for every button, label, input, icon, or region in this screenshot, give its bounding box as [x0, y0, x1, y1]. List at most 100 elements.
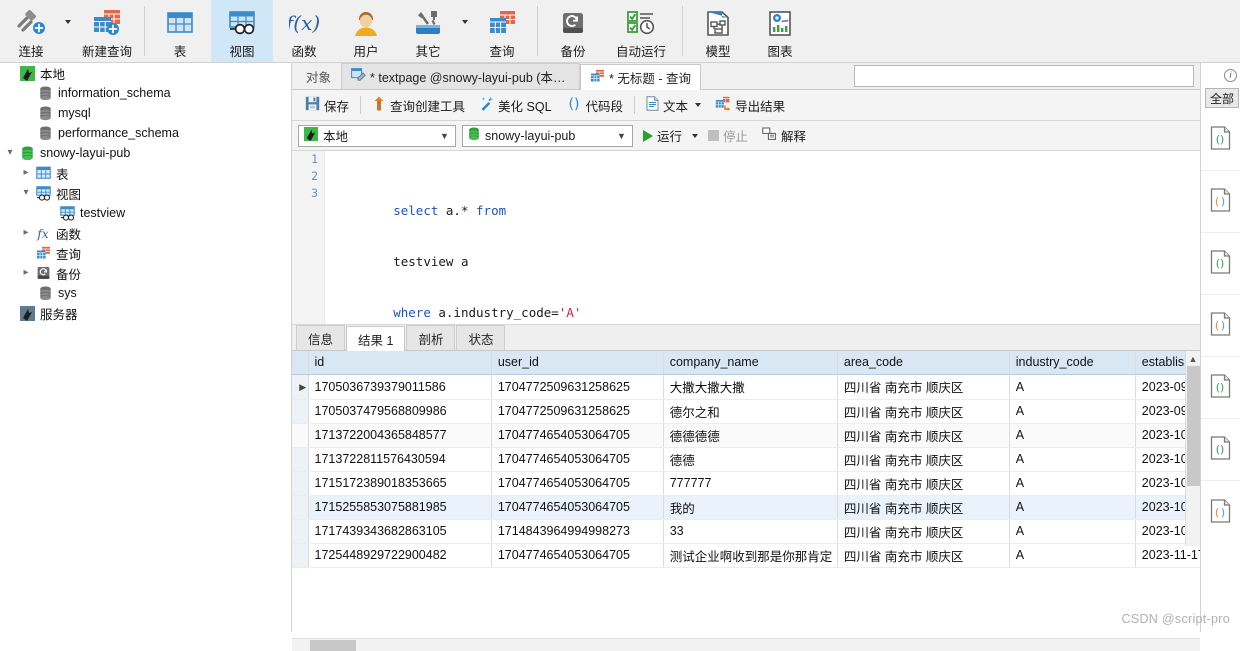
cell-industry-code[interactable]: A [1009, 471, 1136, 496]
row-selector[interactable] [292, 495, 309, 520]
table-row[interactable]: 1713722811576430594 1704774654053064705 … [292, 447, 1200, 472]
cell-industry-code[interactable]: A [1009, 423, 1136, 448]
row-selector[interactable] [292, 447, 309, 472]
ribbon-item-view[interactable]: 视图 [211, 0, 273, 62]
cell-user-id[interactable]: 1714843964994998273 [491, 519, 664, 544]
tree-node-tables[interactable]: ▸ 表 [0, 163, 291, 183]
ribbon-item-other[interactable]: 其它 [397, 0, 459, 62]
table-row[interactable]: 1725448929722900482 1704774654053064705 … [292, 543, 1200, 568]
cell-company-name[interactable]: 德德德德 [663, 423, 838, 448]
snippet-list-item[interactable]: () [1201, 171, 1240, 233]
table-row[interactable]: 1715255853075881985 1704774654053064705 … [292, 495, 1200, 520]
column-header-id[interactable]: id [308, 351, 492, 375]
cell-area-code[interactable]: 四川省 南充市 顺庆区 [837, 399, 1010, 424]
cell-user-id[interactable]: 1704772509631258625 [491, 399, 664, 424]
tree-node-snowy-layui-pub[interactable]: ▾ snowy-layui-pub [0, 143, 291, 163]
result-tab-info[interactable]: 信息 [296, 325, 346, 350]
cell-user-id[interactable]: 1704772509631258625 [491, 374, 664, 400]
cell-industry-code[interactable]: A [1009, 374, 1136, 400]
grid-horizontal-scrollbar[interactable] [292, 638, 1200, 651]
cell-id[interactable]: 1715255853075881985 [308, 495, 492, 520]
tree-node-local[interactable]: 本地 [0, 63, 291, 83]
tree-node-sys[interactable]: sys [0, 283, 291, 303]
cell-area-code[interactable]: 四川省 南充市 顺庆区 [837, 374, 1010, 400]
column-header-area-code[interactable]: area_code [837, 351, 1010, 375]
ribbon-item-table[interactable]: 表 [149, 0, 211, 62]
snippet-list-item[interactable]: () [1201, 481, 1240, 543]
export-result-button[interactable]: 导出结果 [708, 93, 792, 117]
row-selector[interactable] [292, 471, 309, 496]
cell-id[interactable]: 1713722004365848577 [308, 423, 492, 448]
cell-company-name[interactable]: 33 [663, 519, 838, 544]
sql-code[interactable]: select a.* from testview a where a.indus… [333, 151, 1200, 324]
save-button[interactable]: 保存 [298, 93, 356, 117]
table-row[interactable]: ▶ 1705036739379011586 170477250963125862… [292, 374, 1200, 400]
tab-objects[interactable]: 对象 [296, 63, 341, 89]
tree-node-testview[interactable]: testview [0, 203, 291, 223]
run-dropdown-caret[interactable] [692, 133, 699, 138]
row-selector[interactable]: ▶ [292, 374, 309, 400]
sql-editor[interactable]: 1 2 3 select a.* from testview a where a… [292, 151, 1200, 325]
tab-textpage[interactable]: * textpage @snowy-layui-pub (本地) ... [341, 63, 581, 89]
cell-user-id[interactable]: 1704774654053064705 [491, 447, 664, 472]
ribbon-item-user[interactable]: 用户 [335, 0, 397, 62]
cell-industry-code[interactable]: A [1009, 519, 1136, 544]
ribbon-item-new-query[interactable]: 新建查询 [74, 0, 140, 62]
scrollbar-thumb[interactable] [1187, 366, 1200, 486]
tree-node-views[interactable]: ▾ 视图 [0, 183, 291, 203]
search-input[interactable] [854, 65, 1194, 87]
chevron-down-icon[interactable]: ▾ [2, 143, 18, 163]
explain-button[interactable]: 解释 [758, 125, 810, 147]
beautify-sql-button[interactable]: 美化 SQL [472, 93, 559, 117]
cell-user-id[interactable]: 1704774654053064705 [491, 495, 664, 520]
row-selector[interactable] [292, 519, 309, 544]
cell-establish-date[interactable]: 2023-11-17 [1135, 543, 1200, 568]
cell-company-name[interactable]: 测试企业啊收到那是你那肯定 [663, 543, 838, 568]
cell-id[interactable]: 1705037479568809986 [308, 399, 492, 424]
chevron-down-icon[interactable]: ▼ [613, 131, 630, 141]
database-select[interactable]: snowy-layui-pub ▼ [462, 124, 633, 147]
chevron-down-icon[interactable] [695, 103, 702, 107]
ribbon-item-query[interactable]: 查询 [471, 0, 533, 62]
row-selector[interactable] [292, 423, 309, 448]
ribbon-item-function[interactable]: f(x) 函数 [273, 0, 335, 62]
table-row[interactable]: 1705037479568809986 1704772509631258625 … [292, 399, 1200, 424]
connect-dropdown-caret[interactable] [62, 0, 74, 62]
ribbon-item-connect[interactable]: 连接 [0, 0, 62, 62]
tree-node-performance-schema[interactable]: performance_schema [0, 123, 291, 143]
ribbon-item-backup[interactable]: 备份 [542, 0, 604, 62]
cell-id[interactable]: 1705036739379011586 [308, 374, 492, 400]
cell-industry-code[interactable]: A [1009, 543, 1136, 568]
tree-node-mysql[interactable]: mysql [0, 103, 291, 123]
scrollbar-thumb[interactable] [310, 640, 356, 651]
cell-user-id[interactable]: 1704774654053064705 [491, 543, 664, 568]
cell-user-id[interactable]: 1704774654053064705 [491, 423, 664, 448]
ribbon-item-model[interactable]: 模型 [687, 0, 749, 62]
column-header-company-name[interactable]: company_name [663, 351, 838, 375]
snippet-button[interactable]: () 代码段 [559, 93, 631, 117]
tab-untitled-query[interactable]: * 无标题 - 查询 [580, 64, 701, 90]
snippet-list-item[interactable]: () [1201, 295, 1240, 357]
table-row[interactable]: 1717439343682863105 1714843964994998273 … [292, 519, 1200, 544]
snippet-list-item[interactable]: () [1201, 233, 1240, 295]
row-selector[interactable] [292, 399, 309, 424]
column-header-user-id[interactable]: user_id [491, 351, 664, 375]
result-tab-profile[interactable]: 剖析 [406, 325, 456, 350]
snippet-list-item[interactable]: () [1201, 109, 1240, 171]
object-tree-panel[interactable]: 本地 information_schema mysql performance_… [0, 63, 292, 632]
result-tab-result-1[interactable]: 结果 1 [346, 326, 406, 351]
cell-id[interactable]: 1725448929722900482 [308, 543, 492, 568]
cell-company-name[interactable]: 777777 [663, 471, 838, 496]
cell-area-code[interactable]: 四川省 南充市 顺庆区 [837, 495, 1010, 520]
tree-node-functions[interactable]: ▸ fx 函数 [0, 223, 291, 243]
chevron-right-icon[interactable]: ▸ [18, 263, 34, 283]
result-grid[interactable]: id user_id company_name area_code indust… [292, 351, 1200, 651]
run-button[interactable]: 运行 [639, 125, 686, 147]
table-row[interactable]: 1713722004365848577 1704774654053064705 … [292, 423, 1200, 448]
chevron-right-icon[interactable]: ▸ [18, 223, 34, 243]
cell-area-code[interactable]: 四川省 南充市 顺庆区 [837, 519, 1010, 544]
query-builder-button[interactable]: 查询创建工具 [365, 93, 472, 117]
grid-vertical-scrollbar[interactable]: ▲ [1185, 351, 1200, 546]
text-view-button[interactable]: 文本 [639, 93, 708, 117]
tree-node-information-schema[interactable]: information_schema [0, 83, 291, 103]
